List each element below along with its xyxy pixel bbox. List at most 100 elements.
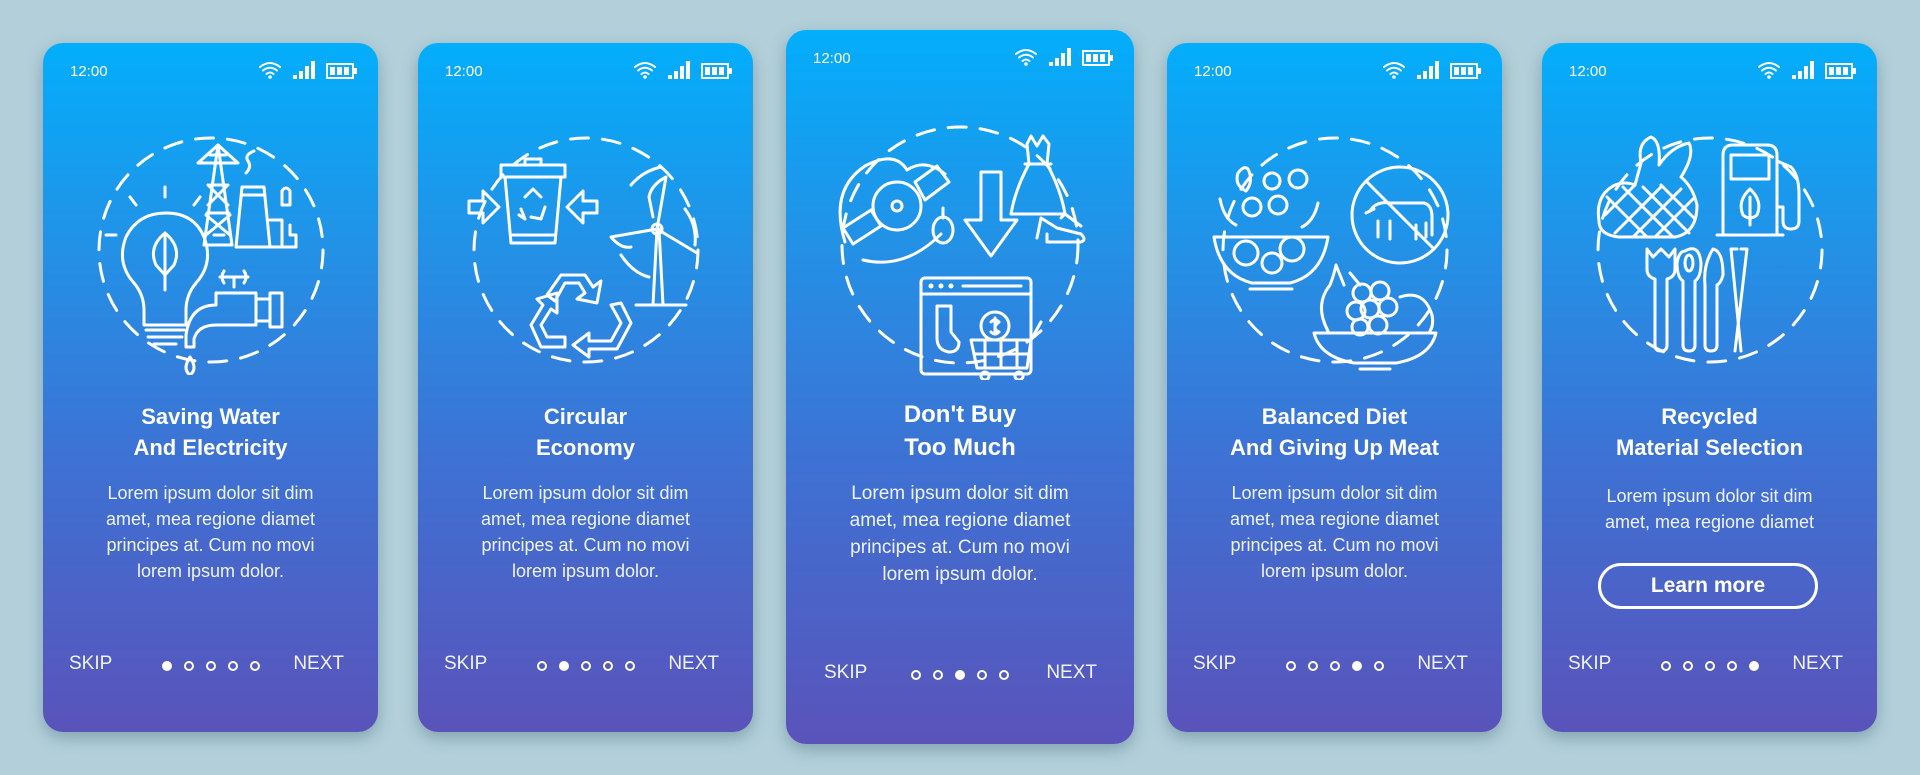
skip-button[interactable]: SKIP (1193, 653, 1236, 675)
page-dot-3[interactable] (1329, 661, 1340, 671)
page-dot-5[interactable] (999, 670, 1009, 680)
screen-description: Lorem ipsum dolor sit dim amet, mea regi… (105, 483, 316, 581)
no-meat-icon (1350, 165, 1449, 265)
onboarding-screen-1: 12:00 Saving Water And Electricity Lorem… (43, 43, 378, 732)
balanced-diet-illustration (1212, 136, 1449, 371)
status-time: 12:00 (445, 63, 483, 80)
page-dot-2[interactable] (183, 661, 194, 671)
status-time: 12:00 (813, 50, 851, 67)
page-dot-1[interactable] (911, 670, 921, 680)
wifi-icon (634, 62, 656, 79)
screen-description: Lorem ipsum dolor sit dim amet, mea regi… (1604, 486, 1815, 532)
page-dot-2[interactable] (1307, 661, 1318, 671)
down-arrow-icon (963, 170, 1019, 258)
page-dot-2[interactable] (558, 661, 569, 671)
page-indicator (161, 661, 260, 671)
page-indicator (536, 661, 635, 671)
onboarding-screen-5: 12:00 Recycled Material Selection Lorem … (1542, 43, 1877, 732)
page-dot-4[interactable] (602, 661, 613, 671)
onboarding-nav: SKIP NEXT (786, 658, 1134, 688)
page-indicator (1285, 661, 1384, 671)
status-bar: 12:00 (43, 61, 378, 81)
status-time: 12:00 (1569, 63, 1607, 80)
status-time: 12:00 (1194, 63, 1232, 80)
signal-icon (1049, 48, 1071, 66)
saving-water-electricity-illustration (97, 136, 324, 375)
screen-title: Circular Economy (535, 404, 636, 460)
signal-icon (1417, 61, 1439, 79)
pendant-icon (931, 206, 955, 245)
page-dot-4[interactable] (977, 670, 987, 680)
learn-more-button[interactable]: Learn more (1598, 563, 1818, 609)
salad-bowl-icon (1212, 166, 1329, 291)
page-dot-3[interactable] (580, 661, 591, 671)
page-dot-3[interactable] (1704, 661, 1715, 671)
recycle-arrows-icon (529, 273, 632, 359)
page-dot-3[interactable] (205, 661, 216, 671)
skip-button[interactable]: SKIP (824, 662, 867, 684)
watch-icon (838, 157, 951, 264)
next-button[interactable]: NEXT (1792, 653, 1843, 675)
wifi-icon (1758, 62, 1780, 79)
eco-fuel-pump-icon (1715, 143, 1800, 237)
wifi-icon (1383, 62, 1405, 79)
screen-title: Saving Water And Electricity (133, 404, 288, 460)
recycled-material-illustration (1596, 135, 1823, 364)
onboarding-nav: SKIP NEXT (43, 649, 378, 679)
status-time: 12:00 (70, 63, 108, 80)
page-dot-3[interactable] (955, 670, 965, 680)
page-indicator (911, 670, 1009, 680)
page-indicator (1660, 661, 1759, 671)
skip-button[interactable]: SKIP (444, 653, 487, 675)
shoes-icon (1035, 212, 1086, 244)
page-dot-2[interactable] (933, 670, 943, 680)
page-dot-4[interactable] (1726, 661, 1737, 671)
page-dot-1[interactable] (536, 661, 547, 671)
next-button[interactable]: NEXT (668, 653, 719, 675)
arrow-left-icon (565, 189, 598, 225)
page-dot-4[interactable] (227, 661, 238, 671)
page-dot-2[interactable] (1682, 661, 1693, 671)
factory-icon (234, 149, 297, 249)
onboarding-nav: SKIP NEXT (1167, 649, 1502, 679)
battery-icon (1450, 63, 1481, 79)
page-dot-1[interactable] (1285, 661, 1296, 671)
skip-button[interactable]: SKIP (69, 653, 112, 675)
next-button[interactable]: NEXT (1417, 653, 1468, 675)
wifi-icon (259, 62, 281, 79)
status-bar: 12:00 (786, 48, 1134, 68)
page-dot-1[interactable] (1660, 661, 1671, 671)
skip-button[interactable]: SKIP (1568, 653, 1611, 675)
mesh-bag-icon (1596, 135, 1698, 239)
wind-turbine-icon (609, 165, 698, 307)
onboarding-screen-4: 12:00 Balanced Diet And Giving Up Meat L… (1167, 43, 1502, 732)
page-dot-4[interactable] (1351, 661, 1362, 671)
page-dot-5[interactable] (1373, 661, 1384, 671)
page-dot-5[interactable] (624, 661, 635, 671)
dont-buy-too-much-illustration (838, 125, 1086, 380)
battery-icon (1825, 63, 1856, 79)
lightbulb-leaf-icon (104, 185, 225, 346)
water-tap-icon (184, 269, 283, 349)
wifi-icon (1015, 49, 1037, 66)
water-drop-icon (184, 355, 195, 375)
next-button[interactable]: NEXT (293, 653, 344, 675)
signal-icon (668, 61, 690, 79)
page-dot-5[interactable] (1748, 661, 1759, 671)
signal-icon (1792, 61, 1814, 79)
page-dot-5[interactable] (249, 661, 260, 671)
onboarding-screen-3: 12:00 Don't Buy Too Much Lorem ipsum dol… (786, 30, 1134, 744)
screen-description: Lorem ipsum dolor sit dim amet, mea regi… (1229, 483, 1440, 581)
screen-title: Don't Buy Too Much (903, 401, 1017, 461)
wooden-cutlery-icon (1645, 247, 1748, 353)
page-dot-1[interactable] (161, 661, 172, 671)
onboarding-nav: SKIP NEXT (418, 649, 753, 679)
onboarding-nav: SKIP NEXT (1542, 649, 1877, 679)
screen-description: Lorem ipsum dolor sit dim amet, mea regi… (480, 483, 691, 581)
circular-economy-illustration (467, 136, 699, 364)
screen-title: Recycled Material Selection (1615, 404, 1804, 460)
battery-icon (701, 63, 732, 79)
status-bar: 12:00 (1542, 61, 1877, 81)
next-button[interactable]: NEXT (1046, 662, 1097, 684)
screen-title: Balanced Diet And Giving Up Meat (1230, 404, 1439, 460)
